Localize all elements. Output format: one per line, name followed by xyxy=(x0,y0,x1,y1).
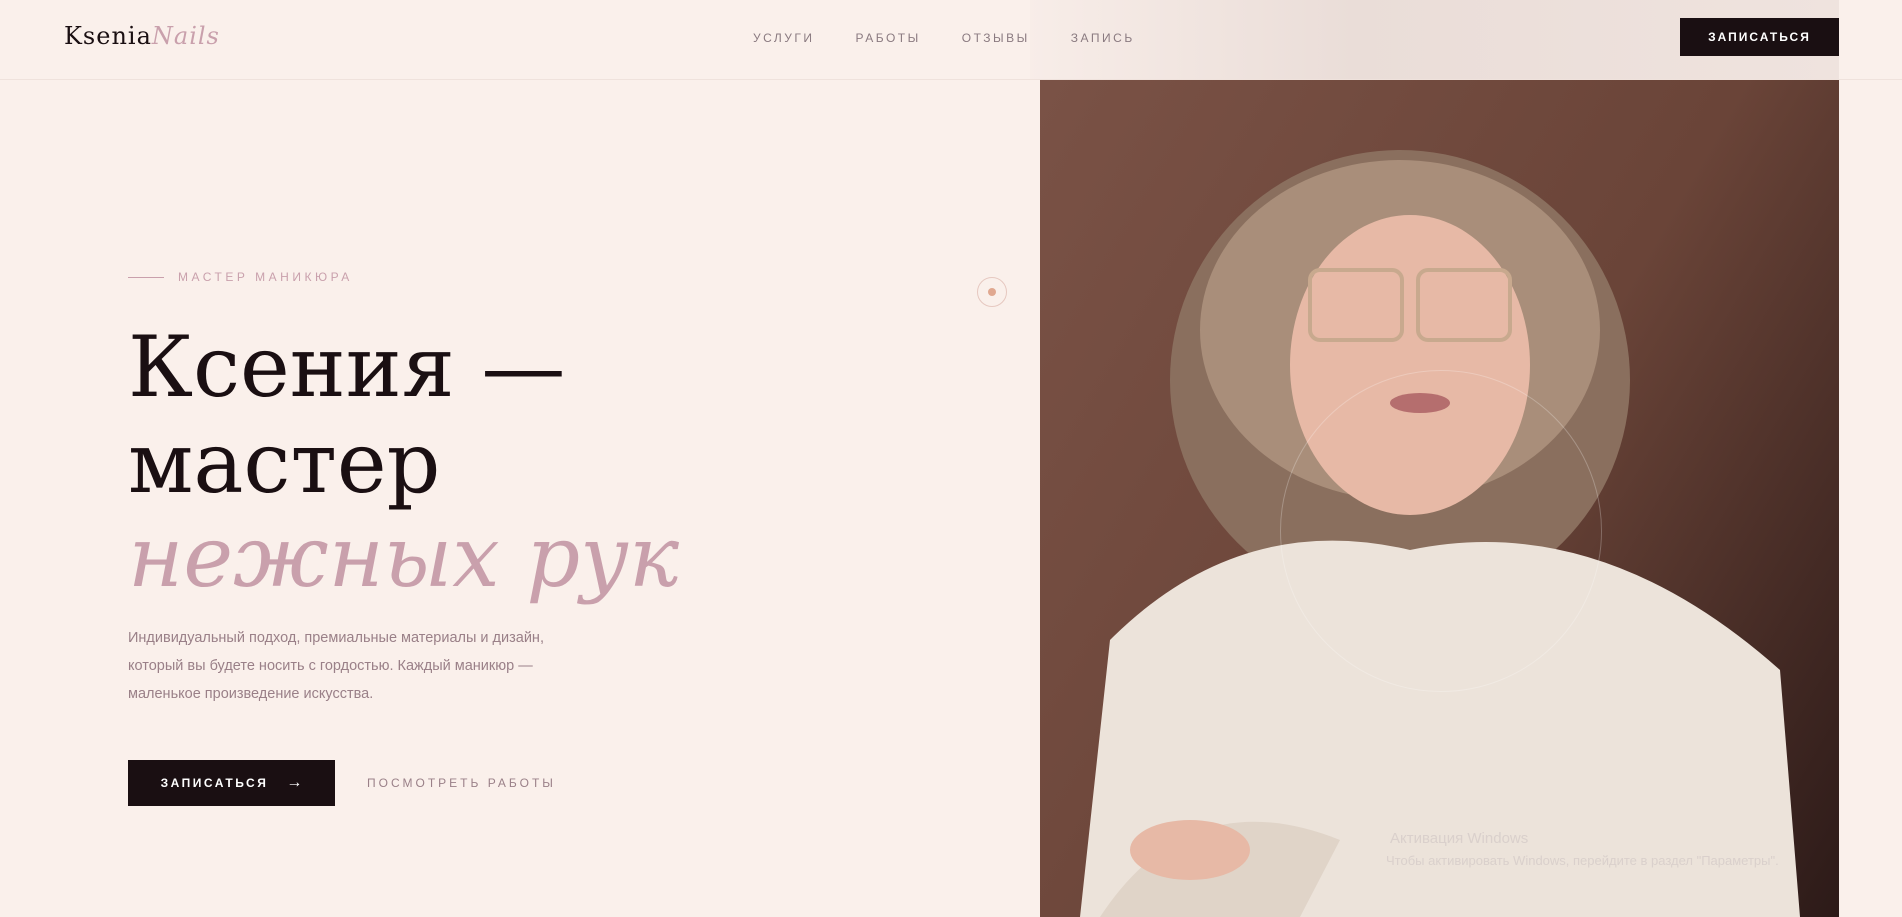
decorative-ring xyxy=(1280,370,1602,692)
hero-title-line-2: мастер xyxy=(128,414,441,512)
nav-item-reviews[interactable]: ОТЗЫВЫ xyxy=(962,31,1030,45)
watermark-line-2: Чтобы активировать Windows, перейдите в … xyxy=(1386,853,1779,868)
scroll-dot-indicator[interactable] xyxy=(977,277,1007,307)
logo-main: Ksenia xyxy=(64,22,152,50)
main-nav: УСЛУГИ РАБОТЫ ОТЗЫВЫ ЗАПИСЬ xyxy=(753,31,1135,45)
hero-title-line-3: нежных рук xyxy=(128,508,680,606)
nav-item-booking[interactable]: ЗАПИСЬ xyxy=(1071,31,1135,45)
watermark-line-1: Активация Windows xyxy=(1390,830,1529,847)
eyebrow-text: МАСТЕР МАНИКЮРА xyxy=(178,270,353,284)
hero-book-label: ЗАПИСАТЬСЯ xyxy=(160,776,269,790)
hand-shape xyxy=(1130,820,1250,880)
hero-title-line-1: Ксения — xyxy=(128,318,566,416)
hero-book-button[interactable]: ЗАПИСАТЬСЯ → xyxy=(128,760,335,806)
header-book-button[interactable]: ЗАПИСАТЬСЯ xyxy=(1680,18,1839,56)
nav-item-services[interactable]: УСЛУГИ xyxy=(753,31,815,45)
arrow-right-icon: → xyxy=(286,774,303,791)
logo-accent: Nails xyxy=(151,22,220,50)
hero-photo xyxy=(1040,80,1839,917)
site-header: KseniaNails УСЛУГИ РАБОТЫ ОТЗЫВЫ ЗАПИСЬ xyxy=(0,0,1902,80)
nav-item-works[interactable]: РАБОТЫ xyxy=(856,31,921,45)
view-works-link[interactable]: ПОСМОТРЕТЬ РАБОТЫ xyxy=(367,776,556,790)
windows-activation-watermark: Активация Windows Чтобы активировать Win… xyxy=(1386,828,1779,872)
logo[interactable]: KseniaNails xyxy=(64,22,220,50)
eyebrow-line xyxy=(128,277,164,278)
hero-description: Индивидуальный подход, премиальные матер… xyxy=(128,630,544,702)
